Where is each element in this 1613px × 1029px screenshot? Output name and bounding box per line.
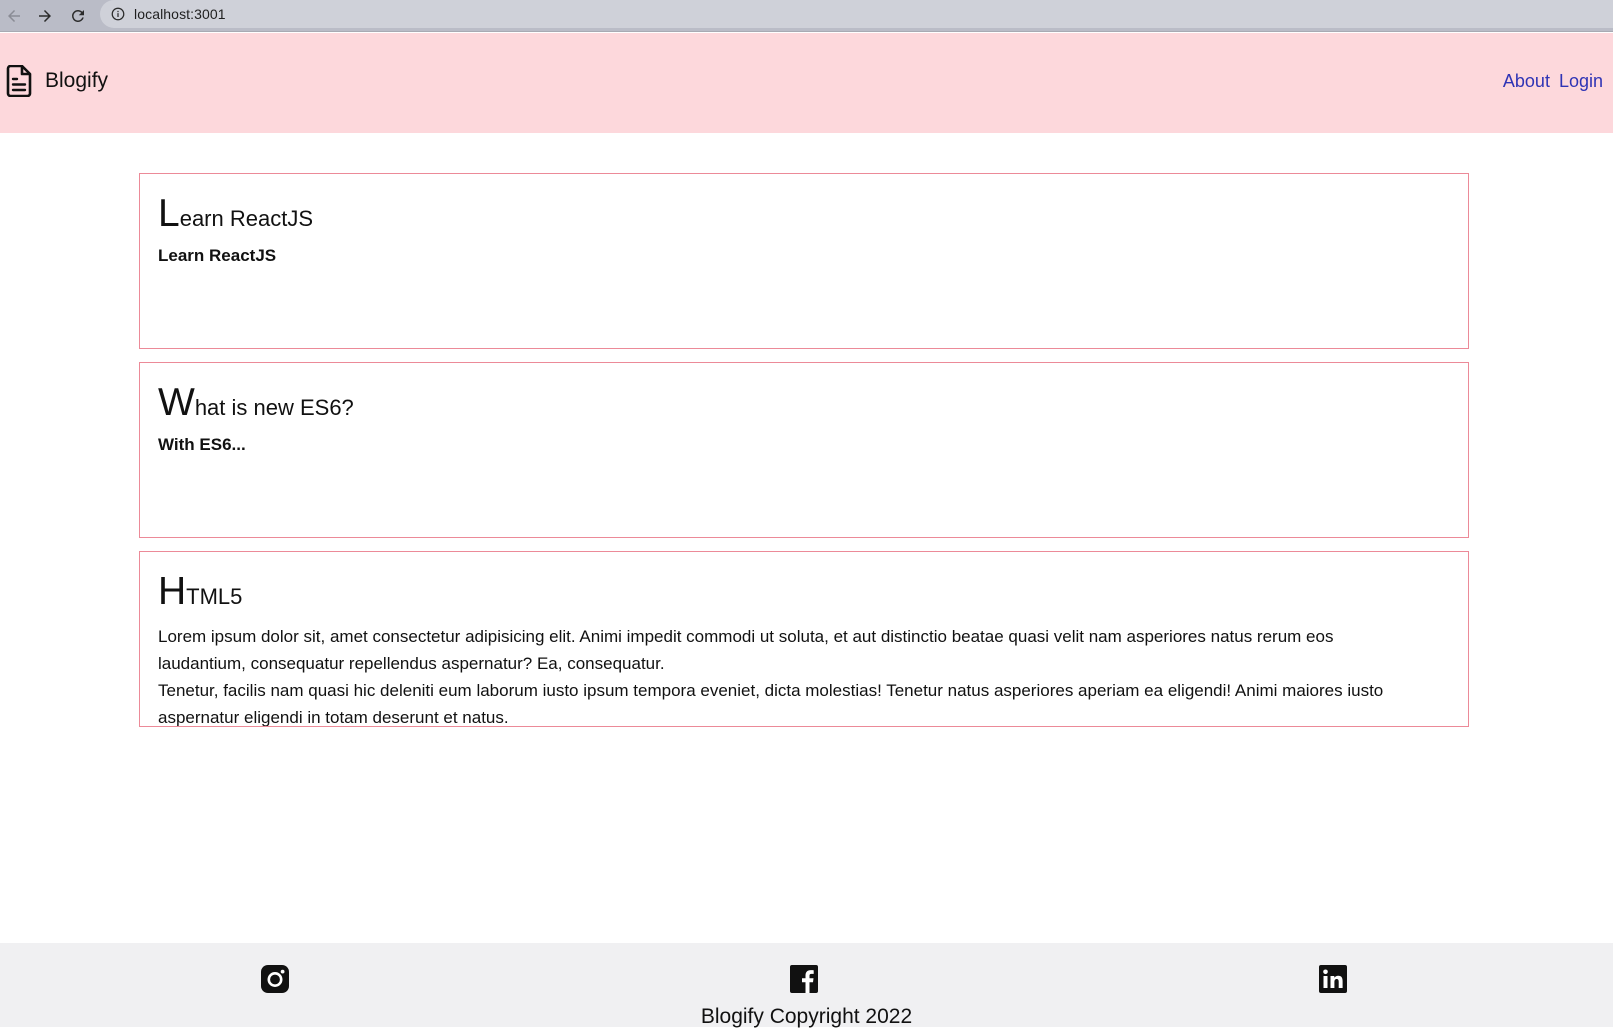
post-summary: With ES6... [158,435,246,454]
post-summary: Learn ReactJS [158,246,277,265]
document-icon [5,65,33,97]
post-body: Lorem ipsum dolor sit, amet consectetur … [158,623,1418,727]
back-arrow-icon[interactable] [2,4,26,28]
instagram-icon[interactable] [260,964,290,994]
nav-link-login[interactable]: Login [1559,71,1603,92]
linkedin-icon[interactable] [1318,964,1348,994]
url-text: localhost:3001 [134,6,226,22]
reload-icon[interactable] [66,4,90,28]
info-icon[interactable] [110,6,126,22]
brand-link[interactable]: Blogify [5,65,108,97]
site-footer: Blogify Copyright 2022 [0,943,1613,1028]
forward-arrow-icon[interactable] [33,4,57,28]
facebook-icon[interactable] [789,964,819,994]
nav-link-about[interactable]: About [1503,71,1550,92]
copyright-text: Blogify Copyright 2022 [700,1005,913,1028]
post-paragraph: Tenetur, facilis nam quasi hic deleniti … [158,681,1384,727]
post-card[interactable]: What is new ES6? With ES6... [139,362,1469,538]
post-card[interactable]: HTML5 Lorem ipsum dolor sit, amet consec… [139,551,1469,727]
browser-toolbar: localhost:3001 [0,0,1613,32]
main-nav: About Login [1503,71,1603,92]
address-bar[interactable]: localhost:3001 [100,0,1613,28]
brand-name: Blogify [45,69,109,92]
site-header: Blogify About Login [0,33,1613,133]
post-list: Learn ReactJS Learn ReactJS What is new … [139,173,1469,740]
post-title: HTML5 [158,570,243,613]
post-title: Learn ReactJS [158,192,313,235]
post-paragraph: Lorem ipsum dolor sit, amet consectetur … [158,627,1334,673]
post-title: What is new ES6? [158,381,354,424]
post-card[interactable]: Learn ReactJS Learn ReactJS [139,173,1469,349]
